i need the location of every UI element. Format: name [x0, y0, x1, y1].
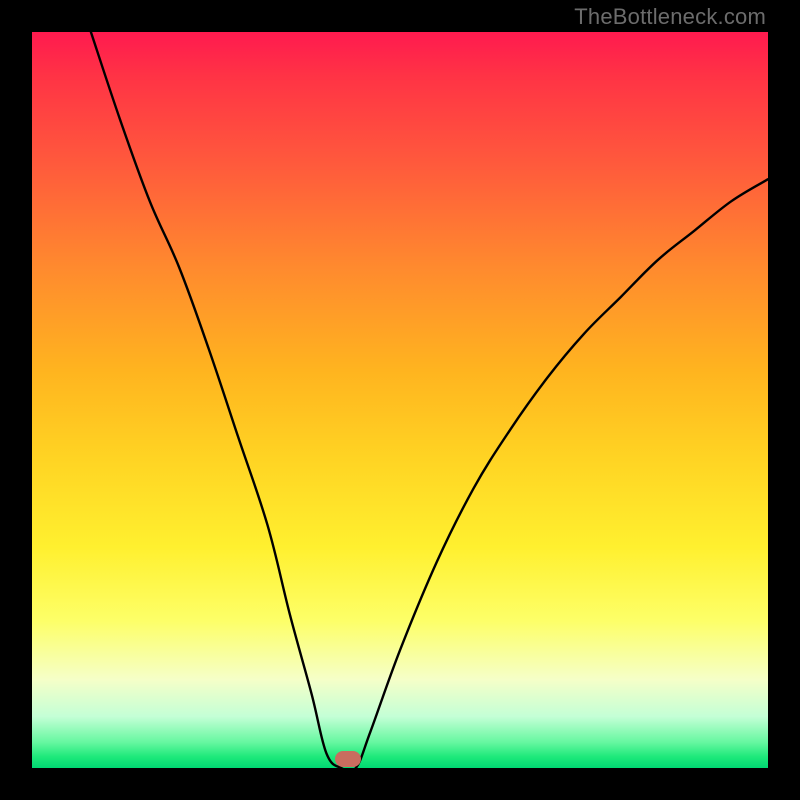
watermark-text: TheBottleneck.com — [574, 4, 766, 30]
chart-frame: TheBottleneck.com — [0, 0, 800, 800]
plot-area — [32, 32, 768, 768]
bottleneck-curve — [32, 32, 768, 768]
optimal-point-marker — [335, 751, 361, 767]
